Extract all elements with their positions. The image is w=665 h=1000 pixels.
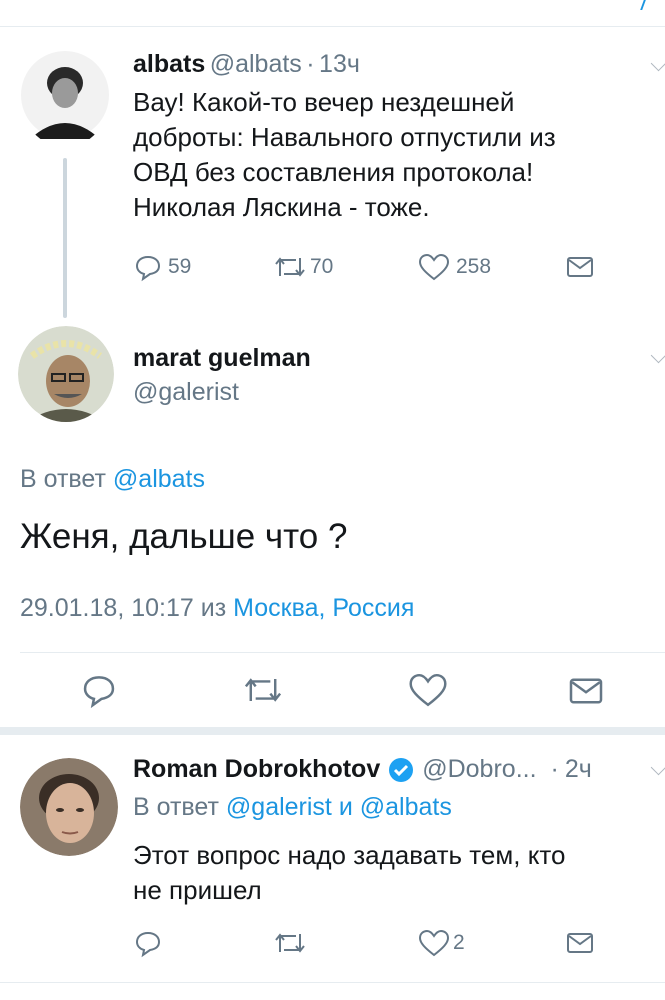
like-button[interactable]: 2 [417, 928, 465, 958]
retweet-icon [275, 933, 305, 953]
reply-icon [83, 676, 115, 709]
envelope-icon [569, 678, 603, 704]
and-label: и [338, 793, 353, 821]
author-name[interactable]: albats [133, 50, 205, 78]
reply-count: 59 [168, 255, 192, 278]
author-handle[interactable]: @albats [210, 50, 302, 78]
tweet-text: Этот вопрос надо задавать тем, кто не пр… [133, 838, 653, 908]
tweet-text: Вау! Какой-то вечер нездешней доброты: Н… [133, 85, 653, 225]
retweet-icon [244, 678, 282, 702]
avatar[interactable] [20, 47, 110, 147]
location-link[interactable]: Москва, Россия [233, 594, 414, 622]
bottom-divider [0, 982, 665, 983]
avatar[interactable] [20, 758, 118, 856]
edit-icon[interactable] [630, 0, 646, 10]
retweet-button[interactable] [241, 671, 285, 709]
reply-button[interactable] [133, 928, 163, 958]
like-count: 258 [456, 255, 492, 278]
timestamp[interactable]: 2ч [565, 755, 592, 784]
reply-button[interactable]: 59 [133, 252, 191, 282]
heart-icon [409, 673, 447, 707]
tweet-text: Женя, дальше что ? [20, 517, 348, 556]
tweet-text-line: ОВД без составления протокола! [133, 157, 534, 187]
chevron-down-icon[interactable] [650, 347, 665, 364]
reply-to-link[interactable]: @galerist [226, 793, 332, 821]
retweet-icon [275, 257, 305, 277]
tweet-text-line: Этот вопрос надо задавать тем, кто [133, 840, 566, 870]
verified-badge-icon [389, 757, 414, 782]
message-button[interactable] [566, 931, 594, 955]
reply-label: В ответ [20, 465, 106, 493]
like-button[interactable]: 258 [417, 252, 491, 282]
from-label: из [200, 594, 227, 622]
chevron-down-icon[interactable] [650, 55, 665, 72]
author-name[interactable]: Roman Dobrokhotov [133, 755, 380, 784]
envelope-icon [567, 257, 593, 277]
retweet-button[interactable]: 70 [272, 252, 333, 282]
retweet-count: 70 [310, 255, 334, 278]
like-button[interactable] [407, 671, 449, 709]
thread-line [63, 158, 67, 318]
message-button[interactable] [566, 255, 594, 279]
divider [20, 652, 665, 653]
retweet-button[interactable] [272, 928, 308, 958]
reply-button[interactable] [80, 671, 118, 709]
message-button[interactable] [568, 676, 604, 706]
reply-to-link[interactable]: @albats [113, 465, 205, 493]
reply-icon [135, 931, 161, 958]
reply-icon [135, 255, 161, 282]
tweet-text-line: Николая Ляскина - тоже. [133, 192, 430, 222]
timestamp[interactable]: 13ч [319, 50, 360, 78]
heart-icon [418, 253, 450, 281]
author-handle[interactable]: @galerist [133, 378, 239, 407]
separator-dot: · [306, 50, 315, 78]
tweet-text-line: не пришел [133, 875, 262, 905]
reply-to-link[interactable]: @albats [360, 793, 452, 821]
author-handle[interactable]: @Dobro... [422, 755, 536, 784]
reply-label: В ответ [133, 793, 219, 821]
author-name[interactable]: marat guelman [133, 344, 311, 373]
tweet-text-line: Вау! Какой-то вечер нездешней [133, 87, 515, 117]
envelope-icon [567, 933, 593, 953]
heart-icon [418, 929, 450, 957]
separator-dot: · [550, 755, 559, 783]
top-divider [0, 26, 665, 27]
tweet-date: 29.01.18, 10:17 [20, 594, 194, 622]
chevron-down-icon[interactable] [650, 759, 665, 776]
avatar[interactable] [18, 326, 114, 422]
section-separator [0, 727, 665, 735]
like-count: 2 [453, 931, 465, 954]
tweet-text-line: доброты: Навального отпустили из [133, 122, 556, 152]
